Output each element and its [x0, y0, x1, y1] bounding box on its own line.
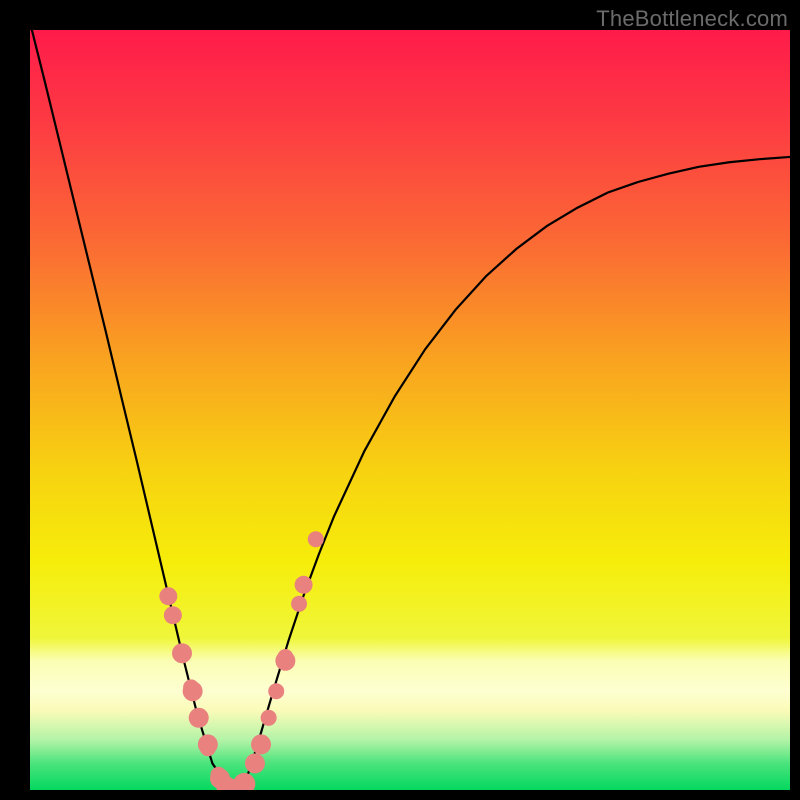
curve-marker [261, 710, 277, 726]
curve-marker [198, 734, 218, 754]
chart-frame: TheBottleneck.com [0, 0, 800, 800]
curve-marker [172, 643, 192, 663]
curve-marker [183, 679, 199, 695]
curve-marker [189, 708, 209, 728]
curve-marker [251, 734, 271, 754]
curve-marker [308, 531, 324, 547]
curve-marker [291, 596, 307, 612]
curve-marker [268, 683, 284, 699]
curve-marker [164, 606, 182, 624]
plot-area [30, 30, 790, 790]
curve-marker [159, 587, 177, 605]
gradient-background [30, 30, 790, 790]
curve-marker [245, 753, 265, 773]
curve-marker [295, 576, 313, 594]
curve-marker [277, 649, 293, 665]
watermark-text: TheBottleneck.com [596, 6, 788, 32]
chart-svg [30, 30, 790, 790]
